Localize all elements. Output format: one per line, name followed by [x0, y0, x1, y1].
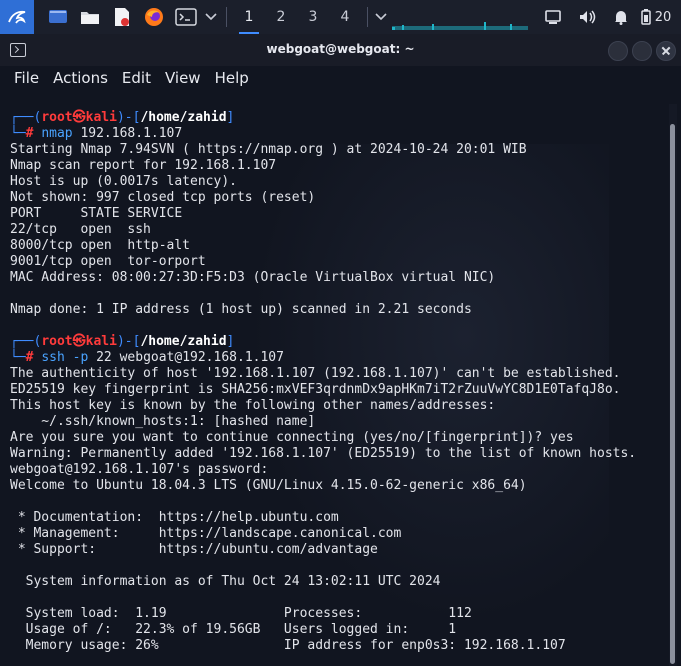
file-manager-button[interactable] — [74, 0, 106, 34]
cpu-graph — [392, 4, 528, 30]
menu-help[interactable]: Help — [209, 69, 257, 87]
close-button[interactable] — [656, 41, 676, 61]
output-line: * Documentation: https://help.ubuntu.com — [10, 510, 339, 525]
output-line: ED25519 key fingerprint is SHA256:mxVEF3… — [10, 382, 621, 397]
terminal-icon — [175, 8, 197, 26]
workspace-1[interactable]: 1 — [233, 0, 265, 34]
kali-menu-button[interactable] — [0, 0, 34, 34]
show-desktop-button[interactable] — [42, 0, 74, 34]
terminal-window: webgoat@webgoat: ~ File Actions Edit Vie… — [0, 34, 681, 666]
scrollbar-thumb[interactable] — [670, 124, 675, 664]
chevron-down-icon — [205, 13, 217, 21]
output-line: PORT STATE SERVICE — [10, 206, 183, 221]
menu-file[interactable]: File — [0, 69, 47, 87]
output-line: 22/tcp open ssh — [10, 222, 151, 237]
app-menu-dropdown[interactable] — [202, 0, 220, 34]
output-line: Not shown: 997 closed tcp ports (reset) — [10, 190, 316, 205]
output-line: Host is up (0.0017s latency). — [10, 174, 237, 189]
output-line: * Management: https://landscape.canonica… — [10, 526, 402, 541]
menu-view[interactable]: View — [159, 69, 209, 87]
output-line: * Support: https://ubuntu.com/advantage — [10, 542, 378, 557]
maximize-button[interactable] — [632, 41, 652, 61]
output-line: Usage of /: 22.3% of 19.56GB Users logge… — [10, 622, 457, 637]
window-list-dropdown[interactable] — [374, 0, 388, 34]
workspace-4-label: 4 — [340, 9, 350, 25]
command-line: └─# nmap 192.168.1.107 — [10, 126, 183, 141]
workspace-2[interactable]: 2 — [265, 0, 297, 34]
output-line: Nmap done: 1 IP address (1 host up) scan… — [10, 302, 472, 317]
output-line: Welcome to Ubuntu 18.04.3 LTS (GNU/Linux… — [10, 478, 527, 493]
kali-dragon-icon — [8, 10, 26, 24]
output-line: Nmap scan report for 192.168.1.107 — [10, 158, 277, 173]
network-indicator[interactable] — [536, 0, 570, 34]
notification-bell-icon — [615, 11, 627, 25]
firefox-icon — [145, 8, 163, 26]
menu-bar: File Actions Edit View Help — [0, 66, 681, 90]
clock[interactable]: 20 — [654, 0, 672, 34]
desktop-icon — [49, 10, 67, 23]
command-line: └─# ssh -p 22 webgoat@192.168.1.107 — [10, 350, 284, 365]
chevron-down-icon — [375, 13, 387, 21]
terminal-button[interactable] — [170, 0, 202, 34]
output-line: ~/.ssh/known_hosts:1: [hashed name] — [10, 414, 316, 429]
output-line: Starting Nmap 7.94SVN ( https://nmap.org… — [10, 142, 527, 157]
network-icon — [545, 10, 561, 24]
output-line: webgoat@192.168.1.107's password: — [10, 462, 269, 477]
clock-label: 20 — [654, 9, 672, 25]
output-line: Are you sure you want to continue connec… — [10, 430, 574, 445]
terminal-scrollbar[interactable] — [669, 104, 677, 666]
output-line: MAC Address: 08:00:27:3D:F5:D3 (Oracle V… — [10, 270, 496, 285]
minimize-button[interactable] — [608, 41, 628, 61]
output-line: System information as of Thu Oct 24 13:0… — [10, 574, 441, 589]
workspace-3-label: 3 — [308, 9, 318, 25]
menu-edit[interactable]: Edit — [116, 69, 159, 87]
workspace-3[interactable]: 3 — [297, 0, 329, 34]
output-line: Warning: Permanently added '192.168.1.10… — [10, 446, 637, 461]
output-line: Memory usage: 26% IP address for enp0s3:… — [10, 638, 566, 653]
top-panel: 1 2 3 4 20 — [0, 0, 681, 34]
output-line: This host key is known by the following … — [10, 398, 496, 413]
workspace-1-label: 1 — [244, 9, 254, 25]
workspace-2-label: 2 — [276, 9, 286, 25]
window-titlebar[interactable]: webgoat@webgoat: ~ — [0, 34, 681, 66]
volume-icon — [580, 10, 596, 24]
window-title: webgoat@webgoat: ~ — [266, 42, 415, 56]
workspace-4[interactable]: 4 — [329, 0, 361, 34]
firefox-button[interactable] — [138, 0, 170, 34]
text-editor-button[interactable] — [106, 0, 138, 34]
panel-separator — [226, 7, 227, 27]
battery-icon — [641, 9, 651, 25]
prompt-line: ┌──(root㉿kali)-[/home/zahid] — [10, 110, 235, 125]
volume-indicator[interactable] — [570, 0, 604, 34]
output-line: System load: 1.19 Processes: 112 — [10, 606, 472, 621]
output-line: 9001/tcp open tor-orport — [10, 254, 206, 269]
output-line: The authenticity of host '192.168.1.107 … — [10, 366, 621, 381]
terminal-output[interactable]: ┌──(root㉿kali)-[/home/zahid] └─# nmap 19… — [0, 104, 669, 666]
folder-icon — [81, 12, 99, 24]
prompt-line: ┌──(root㉿kali)-[/home/zahid] — [10, 334, 235, 349]
panel-separator — [367, 7, 368, 27]
notifications-indicator[interactable] — [604, 0, 638, 34]
menu-actions[interactable]: Actions — [47, 69, 116, 87]
output-line: 8000/tcp open http-alt — [10, 238, 191, 253]
text-editor-icon — [115, 8, 129, 26]
battery-indicator[interactable] — [638, 0, 654, 34]
